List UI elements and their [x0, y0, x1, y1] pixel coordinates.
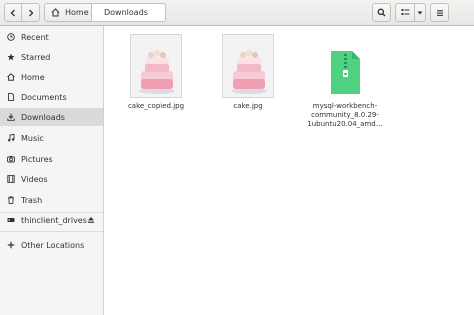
path-bar: Home Downloads — [44, 3, 166, 22]
grid-view-icon — [401, 9, 409, 15]
forward-button[interactable] — [22, 3, 40, 22]
file-item-cake[interactable]: cake.jpg — [206, 34, 290, 111]
sidebar-separator — [0, 231, 103, 232]
file-name: mysql-workbench- community_8.0.29- 1ubun… — [300, 102, 390, 129]
chevron-right-icon — [28, 9, 33, 16]
sidebar-item-thinclient-drives[interactable]: thinclient_drives — [0, 211, 103, 229]
view-options-button[interactable] — [415, 3, 426, 22]
file-name-line: mysql-workbench- — [312, 102, 378, 110]
file-item-mysql-workbench-deb[interactable]: mysql-workbench- community_8.0.29- 1ubun… — [300, 50, 390, 129]
sidebar-item-label: Downloads — [21, 112, 65, 122]
sidebar-item-downloads[interactable]: Downloads — [0, 108, 103, 126]
sidebar-item-label: Trash — [21, 195, 43, 205]
sidebar-item-label: thinclient_drives — [21, 215, 87, 225]
hamburger-menu-icon — [436, 9, 443, 16]
path-home-button[interactable]: Home — [44, 3, 92, 22]
file-item-cake-copied[interactable]: cake_copied.jpg — [114, 34, 198, 111]
document-icon — [8, 93, 14, 101]
file-name: cake.jpg — [233, 102, 263, 110]
archive-icon — [328, 50, 362, 96]
path-downloads-button[interactable]: Downloads — [92, 3, 166, 22]
camera-icon — [7, 156, 15, 163]
file-name: cake_copied.jpg — [127, 102, 185, 110]
plus-icon — [7, 241, 15, 249]
places-sidebar: Recent Starred Home Documents Downloads … — [0, 26, 104, 315]
path-home-label: Home — [65, 8, 89, 17]
sidebar-item-starred[interactable]: Starred — [0, 48, 103, 66]
chevron-down-icon — [417, 11, 423, 14]
sidebar-item-label: Starred — [21, 52, 51, 62]
back-button[interactable] — [4, 3, 22, 22]
search-button[interactable] — [372, 3, 391, 22]
menu-button[interactable] — [430, 3, 449, 22]
cake-image-icon — [131, 35, 181, 97]
trash-icon — [8, 196, 14, 204]
sidebar-item-label: Recent — [21, 32, 49, 42]
download-icon — [7, 113, 15, 121]
header-bar: Home Downloads — [0, 0, 474, 26]
sidebar-item-other-locations[interactable]: Other Locations — [0, 236, 103, 254]
clock-icon — [7, 33, 15, 41]
sidebar-item-recent[interactable]: Recent — [0, 28, 103, 46]
sidebar-item-videos[interactable]: Videos — [0, 170, 103, 188]
sidebar-item-music[interactable]: Music — [0, 129, 103, 147]
star-icon — [7, 53, 15, 61]
path-downloads-label: Downloads — [104, 8, 148, 17]
search-icon — [377, 8, 386, 17]
sidebar-item-trash[interactable]: Trash — [0, 191, 103, 209]
sidebar-item-documents[interactable]: Documents — [0, 88, 103, 106]
sidebar-item-pictures[interactable]: Pictures — [0, 150, 103, 168]
music-icon — [7, 134, 15, 142]
file-name-line: 1ubuntu20.04_amd… — [307, 120, 383, 128]
drive-icon — [7, 218, 15, 222]
file-view: cake_copied.jpg cake.jpg mysql-workbench… — [104, 26, 474, 315]
home-icon — [51, 8, 60, 17]
cake-thumbnail — [222, 34, 274, 98]
view-toggle-button[interactable] — [395, 3, 415, 22]
chevron-left-icon — [10, 9, 15, 16]
sidebar-item-label: Home — [21, 72, 45, 82]
eject-icon[interactable] — [87, 216, 95, 224]
sidebar-item-label: Pictures — [21, 154, 53, 164]
sidebar-item-label: Documents — [21, 92, 67, 102]
sidebar-item-label: Music — [21, 133, 44, 143]
cake-image-icon — [223, 35, 273, 97]
sidebar-item-label: Videos — [21, 174, 48, 184]
home-icon — [7, 73, 15, 81]
cake-copied-thumbnail — [130, 34, 182, 98]
sidebar-item-home[interactable]: Home — [0, 68, 103, 86]
film-icon — [7, 175, 15, 183]
file-name-line: community_8.0.29- — [311, 111, 379, 119]
sidebar-item-label: Other Locations — [21, 240, 85, 250]
